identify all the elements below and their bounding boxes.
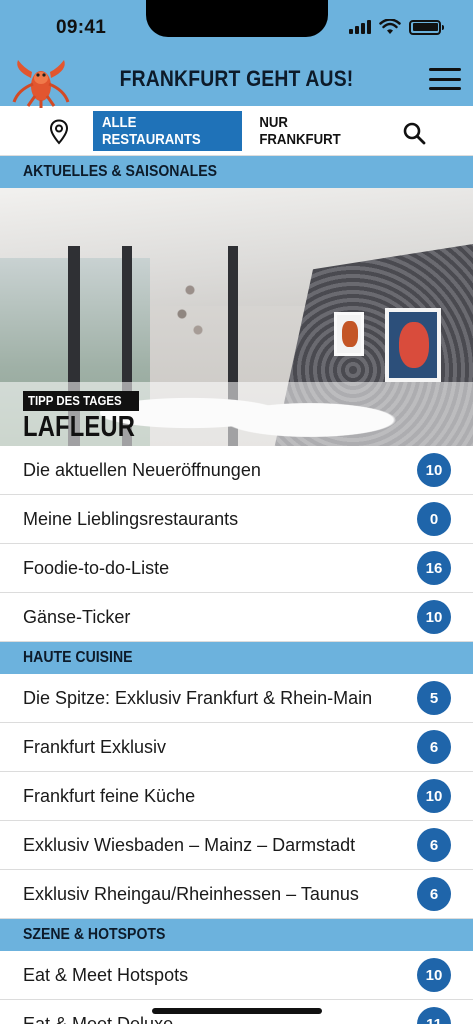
tab-only-frankfurt[interactable]: NUR FRANKFURT <box>252 111 374 151</box>
tab-all-restaurants[interactable]: ALLE RESTAURANTS <box>93 111 242 151</box>
list-item[interactable]: Exklusiv Rheingau/Rheinhessen – Taunus 6 <box>0 870 473 919</box>
list-item-label: Die aktuellen Neueröffnungen <box>23 459 261 480</box>
tab-all-restaurants-label: ALLE RESTAURANTS <box>101 114 201 148</box>
count-badge: 6 <box>417 877 451 911</box>
list-item[interactable]: Foodie-to-do-Liste 16 <box>0 544 473 593</box>
list-item-label: Foodie-to-do-Liste <box>23 557 170 578</box>
list-item[interactable]: Gänse-Ticker 10 <box>0 593 473 642</box>
section-header-aktuelles: AKTUELLES & SAISONALES <box>0 156 473 188</box>
section-header-szene-hotspots: SZENE & HOTSPOTS <box>0 919 473 951</box>
count-badge: 10 <box>417 958 451 992</box>
battery-icon <box>409 19 444 35</box>
count-badge: 16 <box>417 551 451 585</box>
list-item-label: Die Spitze: Exklusiv Frankfurt & Rhein-M… <box>23 687 373 708</box>
filter-bar: ALLE RESTAURANTS NUR FRANKFURT <box>0 106 473 156</box>
section-title: HAUTE CUISINE <box>23 649 133 666</box>
count-badge: 10 <box>417 600 451 634</box>
hamburger-icon[interactable] <box>429 68 461 90</box>
count-badge: 0 <box>417 502 451 536</box>
list-item[interactable]: Frankfurt feine Küche 10 <box>0 772 473 821</box>
status-icons <box>349 19 444 35</box>
cellular-signal-icon <box>349 20 371 34</box>
list-item-label: Eat & Meet Deluxe <box>23 1013 174 1024</box>
section-title: AKTUELLES & SAISONALES <box>23 163 218 180</box>
list-item-label: Eat & Meet Hotspots <box>23 964 189 985</box>
app-title: FRANKFURT GEHT AUS! <box>119 66 354 91</box>
list-item-label: Frankfurt feine Küche <box>23 785 196 806</box>
count-badge: 10 <box>417 453 451 487</box>
list-item[interactable]: Frankfurt Exklusiv 6 <box>0 723 473 772</box>
search-icon[interactable] <box>402 121 426 145</box>
wifi-icon <box>379 19 401 34</box>
list-item-label: Exklusiv Rheingau/Rheinhessen – Taunus <box>23 883 359 904</box>
list-item-label: Gänse-Ticker <box>23 606 131 627</box>
count-badge: 5 <box>417 681 451 715</box>
list-item-label: Meine Lieblingsrestaurants <box>23 508 239 529</box>
count-badge: 11 <box>417 1007 451 1024</box>
section-header-haute-cuisine: HAUTE CUISINE <box>0 642 473 674</box>
list-item-label: Frankfurt Exklusiv <box>23 736 167 757</box>
list-item[interactable]: Die aktuellen Neueröffnungen 10 <box>0 446 473 495</box>
list-item[interactable]: Eat & Meet Hotspots 10 <box>0 951 473 1000</box>
home-indicator[interactable] <box>152 1008 322 1014</box>
featured-restaurant-card[interactable]: TIPP DES TAGES LAFLEUR <box>0 188 473 446</box>
list-item-label: Exklusiv Wiesbaden – Mainz – Darmstadt <box>23 834 356 855</box>
featured-restaurant-name: LAFLEUR <box>23 411 136 443</box>
device-notch <box>146 0 328 37</box>
list-item[interactable]: Exklusiv Wiesbaden – Mainz – Darmstadt 6 <box>0 821 473 870</box>
list-item[interactable]: Die Spitze: Exklusiv Frankfurt & Rhein-M… <box>0 674 473 723</box>
map-pin-icon[interactable] <box>49 119 69 145</box>
count-badge: 6 <box>417 730 451 764</box>
app-header: 09:41 FRANKFURT GEHT AUS! <box>0 0 473 108</box>
count-badge: 6 <box>417 828 451 862</box>
tab-only-frankfurt-label: NUR FRANKFURT <box>259 114 341 148</box>
count-badge: 10 <box>417 779 451 813</box>
tip-of-the-day-badge: TIPP DES TAGES <box>23 391 140 411</box>
list-item[interactable]: Meine Lieblingsrestaurants 0 <box>0 495 473 544</box>
section-title: SZENE & HOTSPOTS <box>23 926 166 943</box>
status-time: 09:41 <box>56 17 107 38</box>
